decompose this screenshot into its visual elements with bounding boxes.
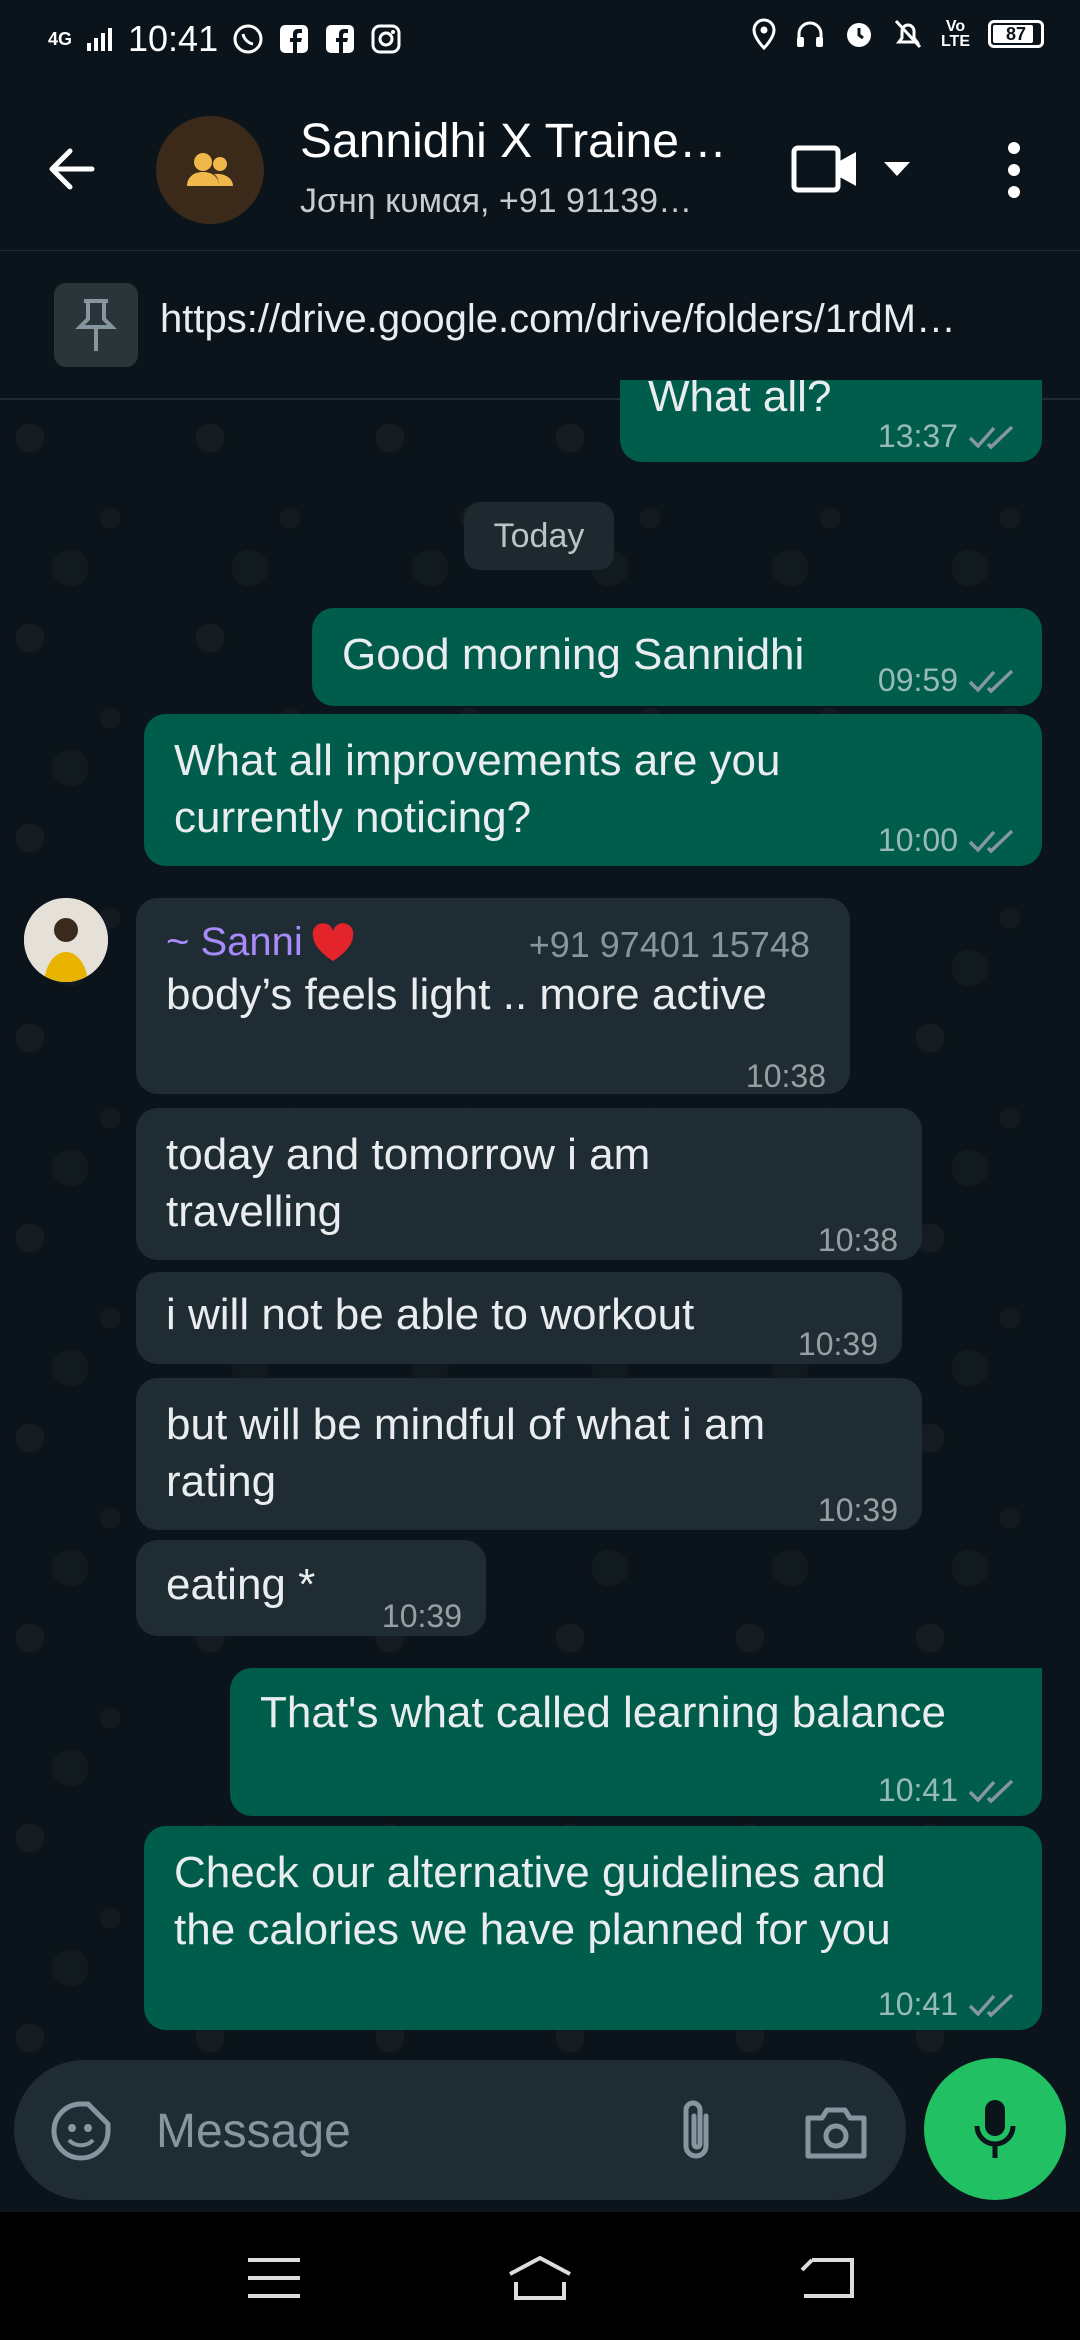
whatsapp-notification-icon (233, 24, 263, 54)
message-time: 10:38 (817, 1222, 898, 1258)
message-bubble-incoming[interactable]: but will be mindful of what i am rating … (136, 1378, 922, 1530)
instagram-notification-icon (371, 24, 401, 54)
sticker-emoji-icon[interactable] (50, 2100, 112, 2162)
battery-icon: 87 (988, 20, 1044, 48)
chat-header: Sannidhi X Traine… Jσнη кυмαя, +91 91139… (0, 84, 1080, 251)
battery-level: 87 (1005, 23, 1027, 44)
back-arrow-icon[interactable] (42, 139, 102, 199)
facebook-notification-icon-2 (326, 25, 355, 53)
home-icon[interactable] (506, 2252, 574, 2304)
message-bubble-outgoing[interactable]: Good morning Sannidhi 09:59 (312, 608, 1042, 706)
message-composer (14, 2060, 906, 2200)
message-time: 10:41 (878, 1976, 1016, 2033)
message-text: Good morning Sannidhi (342, 630, 805, 679)
volte-indicator: Vo LTE (940, 18, 970, 50)
chat-participants[interactable]: Jσнη кυмαя, +91 91139… (300, 182, 720, 221)
read-receipt-icon (968, 669, 1014, 693)
message-time: 10:39 (797, 1326, 878, 1362)
message-text: i will not be able to workout (166, 1290, 695, 1339)
message-text: eating * (166, 1560, 316, 1609)
signal-icon (87, 28, 113, 51)
message-time: 10:39 (817, 1492, 898, 1528)
sender-avatar[interactable] (24, 898, 108, 982)
profile-photo (24, 898, 108, 982)
facebook-notification-icon (280, 25, 309, 53)
alarm-icon (846, 23, 871, 47)
read-receipt-icon (968, 829, 1014, 853)
status-bar: 4G 10:41 Vo LTE 87 (0, 0, 1080, 84)
recent-apps-icon[interactable] (244, 2252, 304, 2304)
message-bubble-outgoing[interactable]: What all improvements are you currently … (144, 714, 1042, 866)
group-icon (187, 153, 233, 186)
message-text: Check our alternative guidelines and the… (174, 1848, 891, 1954)
location-icon (752, 18, 776, 50)
message-time: 10:38 (745, 1058, 826, 1094)
sender-name[interactable]: ~ Sanni (166, 914, 355, 971)
video-call-icon[interactable] (790, 142, 860, 196)
pinned-message-text[interactable]: https://drive.google.com/drive/folders/1… (160, 297, 1060, 342)
message-text: That's what called learning balance (260, 1688, 946, 1737)
back-nav-icon[interactable] (796, 2252, 856, 2304)
sender-phone: +91 97401 15748 (528, 924, 810, 965)
message-bubble-outgoing[interactable]: Check our alternative guidelines and the… (144, 1826, 1042, 2030)
read-receipt-icon (968, 1993, 1014, 2017)
network-type: 4G (48, 29, 73, 49)
read-receipt-icon (968, 425, 1014, 449)
microphone-icon (974, 2100, 1016, 2158)
message-text: but will be mindful of what i am rating (166, 1400, 766, 1506)
pin-icon (75, 299, 117, 351)
status-time: 10:41 (128, 18, 219, 59)
message-bubble-incoming[interactable]: i will not be able to workout 10:39 (136, 1272, 902, 1364)
message-time: 10:39 (381, 1598, 462, 1634)
message-time: 10:41 (878, 1762, 1016, 1819)
pinned-message-bar[interactable]: https://drive.google.com/drive/folders/1… (0, 251, 1080, 400)
group-avatar[interactable] (156, 116, 264, 224)
message-time: 09:59 (878, 652, 1016, 709)
message-bubble-incoming[interactable]: eating * 10:39 (136, 1540, 486, 1636)
pin-icon-box (54, 283, 138, 367)
message-bubble-outgoing[interactable]: What all? 13:37 (620, 380, 1042, 462)
headphones-icon (796, 21, 823, 47)
chat-title[interactable]: Sannidhi X Traine… (300, 114, 740, 169)
read-receipt-icon (968, 1779, 1014, 1803)
camera-icon[interactable] (804, 2104, 868, 2160)
message-time: 13:37 (878, 408, 1016, 462)
message-time: 10:00 (878, 812, 1016, 869)
message-bubble-outgoing[interactable]: That's what called learning balance 10:4… (230, 1668, 1042, 1816)
system-navigation-bar (0, 2212, 1080, 2340)
notifications-off-icon (894, 19, 922, 49)
call-dropdown-icon[interactable] (882, 158, 912, 180)
message-text: body’s feels light .. more active (166, 970, 767, 1019)
more-options-icon[interactable] (1004, 140, 1024, 200)
message-bubble-incoming[interactable]: ~ Sanni +91 97401 15748 body’s feels lig… (136, 898, 850, 1094)
message-text: What all improvements are you currently … (174, 736, 781, 842)
message-bubble-incoming[interactable]: today and tomorrow i am travelling 10:38 (136, 1108, 922, 1260)
voice-message-button[interactable] (924, 2058, 1066, 2200)
heart-icon (312, 922, 354, 961)
message-text: What all? (648, 380, 832, 421)
message-text: today and tomorrow i am travelling (166, 1130, 651, 1236)
date-separator: Today (464, 502, 614, 570)
attach-icon[interactable] (672, 2096, 722, 2166)
message-input[interactable] (154, 2098, 658, 2164)
